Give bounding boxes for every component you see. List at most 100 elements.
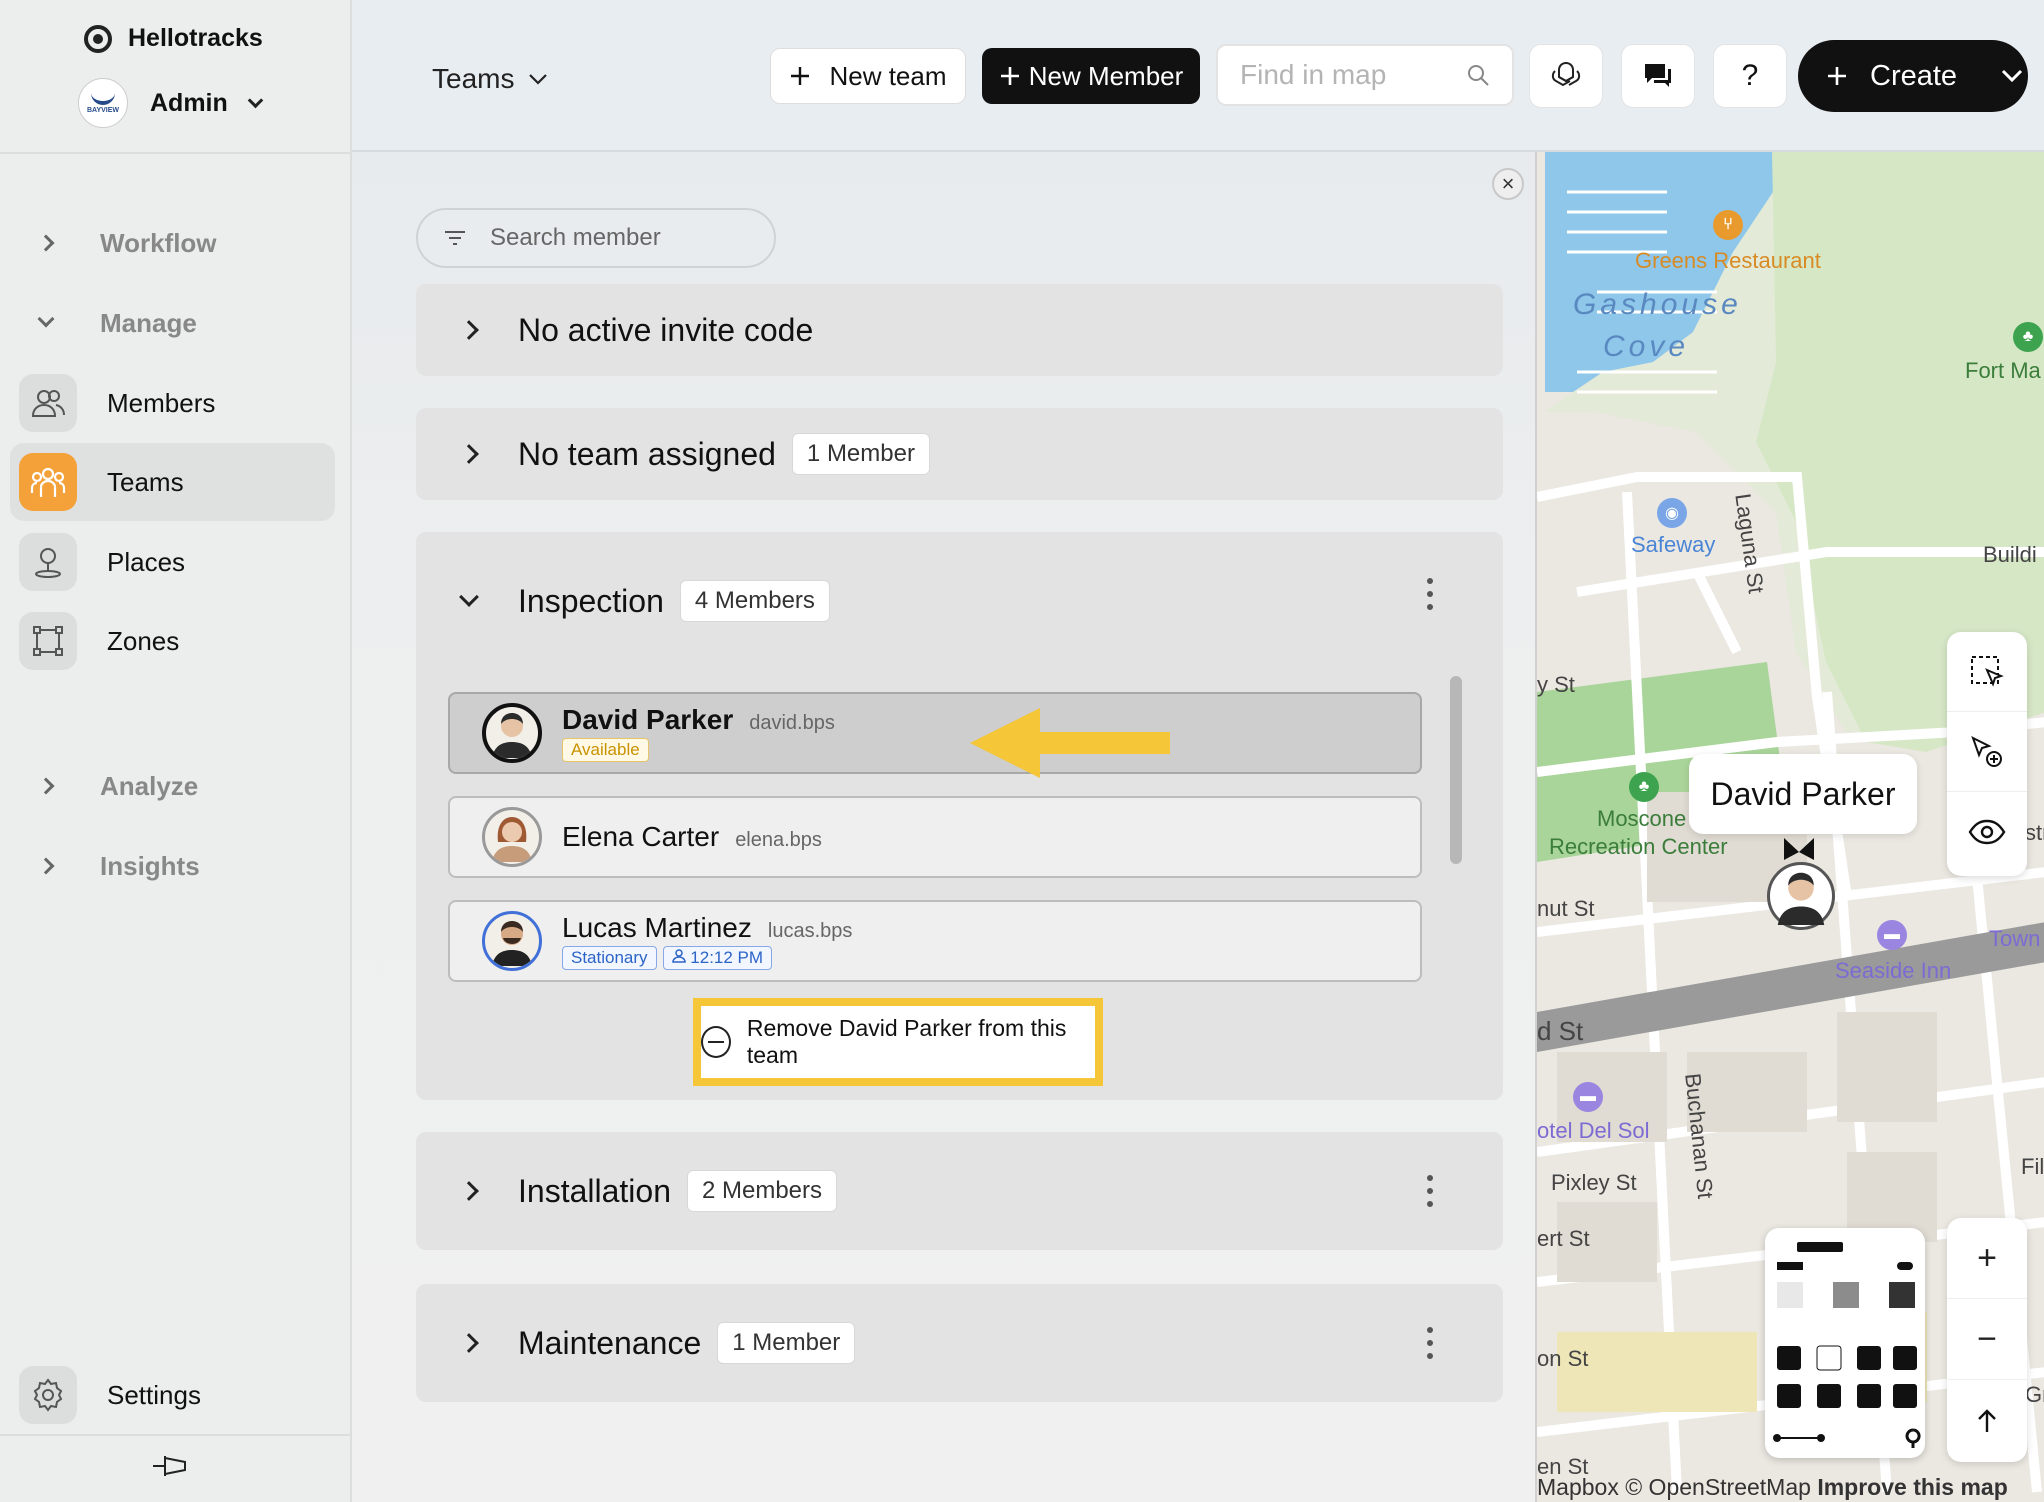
brand[interactable]: Hellotracks [84,24,263,53]
remove-highlight: Remove David Parker from this team [693,998,1103,1086]
member-row-lucas-martinez[interactable]: Lucas Martinez lucas.bps Stationary 12:1… [448,900,1422,982]
section-header[interactable]: Installation 2 Members [416,1132,1503,1250]
section-header[interactable]: Maintenance 1 Member [416,1284,1503,1402]
member-list-scrollbar[interactable] [1450,676,1462,864]
org-selector[interactable]: BAYVIEW Admin [78,78,264,128]
plus-icon [1000,67,1019,85]
arrow-up-icon [1978,1408,1996,1432]
zones-icon [19,612,77,670]
chevron-down-icon [2001,69,2023,83]
park-poi-icon[interactable]: ♣ [1629,772,1659,802]
minus-circle-icon [701,1026,731,1058]
improve-map-link[interactable]: Improve this map [1817,1474,2007,1500]
map-zoom-controls: + − [1947,1218,2027,1462]
map-layers-button[interactable] [1765,1228,1925,1458]
close-panel-button[interactable]: × [1492,168,1524,200]
nav-group-manage[interactable]: Manage [0,291,350,355]
shop-poi-icon[interactable]: ◉ [1657,498,1687,528]
sidebar-item-places[interactable]: Places [10,523,335,601]
avatar [1777,872,1825,925]
section-inspection: Inspection 4 Members David Parker david.… [416,532,1503,1100]
section-maintenance: Maintenance 1 Member [416,1284,1503,1402]
layers-preview-icon [1773,1242,1921,1448]
plus-icon [1828,67,1846,85]
hotel-poi-icon[interactable]: ▬ [1877,920,1907,950]
section-installation: Installation 2 Members [416,1132,1503,1250]
search-icon [1468,65,1489,86]
marker-pointer-icon [1784,838,1814,860]
zoom-out-button[interactable]: − [1947,1299,2027,1380]
sidebar-item-teams[interactable]: Teams [10,443,335,521]
org-name: Admin [150,88,228,117]
member-row-elena-carter[interactable]: Elena Carter elena.bps [448,796,1422,878]
new-member-button[interactable]: New Member [982,48,1200,104]
sidebar-item-members[interactable]: Members [10,364,335,442]
section-header[interactable]: No team assigned 1 Member [416,408,1503,500]
zoom-in-button[interactable]: + [1947,1218,2027,1299]
hotel-poi-icon[interactable]: ▬ [1573,1082,1603,1112]
nav-group-insights[interactable]: Insights [0,834,350,898]
close-icon: × [1501,171,1515,196]
hellotracks-logo-icon [84,24,112,53]
teams-icon [19,453,77,511]
member-map-marker[interactable] [1767,862,1835,930]
pin-icon [153,1456,186,1476]
map-tools [1947,632,2027,876]
search-member-input[interactable]: Search member [416,208,776,268]
org-avatar: BAYVIEW [78,78,128,128]
find-in-map-input[interactable]: Find in map [1216,44,1514,106]
sidebar-item-zones[interactable]: Zones [10,602,335,680]
filter-icon [445,231,465,245]
map-attribution: Mapbox © OpenStreetMap Improve this map [1537,1474,2008,1500]
section-invite-code: No active invite code [416,284,1503,376]
members-icon [19,374,77,432]
nav-group-workflow[interactable]: Workflow [0,211,350,275]
time-badge: 12:12 PM [662,946,773,970]
select-area-button[interactable] [1947,632,2027,712]
section-menu-button[interactable] [1427,578,1433,610]
member-row-david-parker[interactable]: David Parker david.bps Available [448,692,1422,778]
member-count-badge: 2 Members [686,1170,838,1212]
nav-group-analyze[interactable]: Analyze [0,754,350,818]
status-badge: Stationary [562,946,657,970]
map[interactable]: ⑂ Greens Restaurant Gashouse Cove ♣ Fort… [1535,152,2044,1502]
minus-icon: − [1977,1319,1997,1358]
member-count-badge: 1 Member [791,433,930,475]
chevron-right-icon [459,1333,479,1353]
avatar [482,807,542,867]
places-icon [19,533,77,591]
new-team-button[interactable]: New team [770,48,966,104]
remove-from-team-button[interactable]: Remove David Parker from this team [701,1006,1095,1078]
chevron-down-icon [529,74,548,85]
chevron-right-icon [459,1181,479,1201]
section-header[interactable]: Inspection 4 Members [416,578,1503,624]
section-header[interactable]: No active invite code [416,284,1503,376]
openai-icon [1551,61,1581,87]
member-count-badge: 4 Members [679,580,830,622]
teams-panel: × Search member No active invite code No… [352,152,1535,1502]
section-menu-button[interactable] [1427,1175,1433,1207]
restaurant-poi-icon[interactable]: ⑂ [1713,210,1743,240]
avatar [482,703,542,763]
add-route-button[interactable] [1947,712,2027,792]
avatar [482,911,542,971]
divider [0,1434,350,1436]
help-button[interactable]: ? [1713,44,1787,108]
pin-sidebar-button[interactable] [150,1450,190,1482]
sidebar-item-settings[interactable]: Settings [10,1356,335,1434]
arrow-left-icon [970,708,1170,778]
chevron-right-icon [37,857,55,875]
view-dropdown[interactable]: Teams [432,54,548,104]
chat-button[interactable] [1621,44,1695,108]
park-poi-icon[interactable]: ♣ [2013,322,2043,352]
visibility-button[interactable] [1947,792,2027,872]
section-menu-button[interactable] [1427,1327,1433,1359]
chevron-right-icon [459,320,479,340]
person-icon [671,949,686,963]
chat-icon [1645,64,1671,87]
cursor-add-icon [1971,735,2002,767]
ai-assistant-button[interactable] [1529,44,1603,108]
help-icon: ? [1741,59,1759,92]
create-button[interactable]: Create [1798,40,2028,112]
compass-button[interactable] [1947,1380,2027,1461]
